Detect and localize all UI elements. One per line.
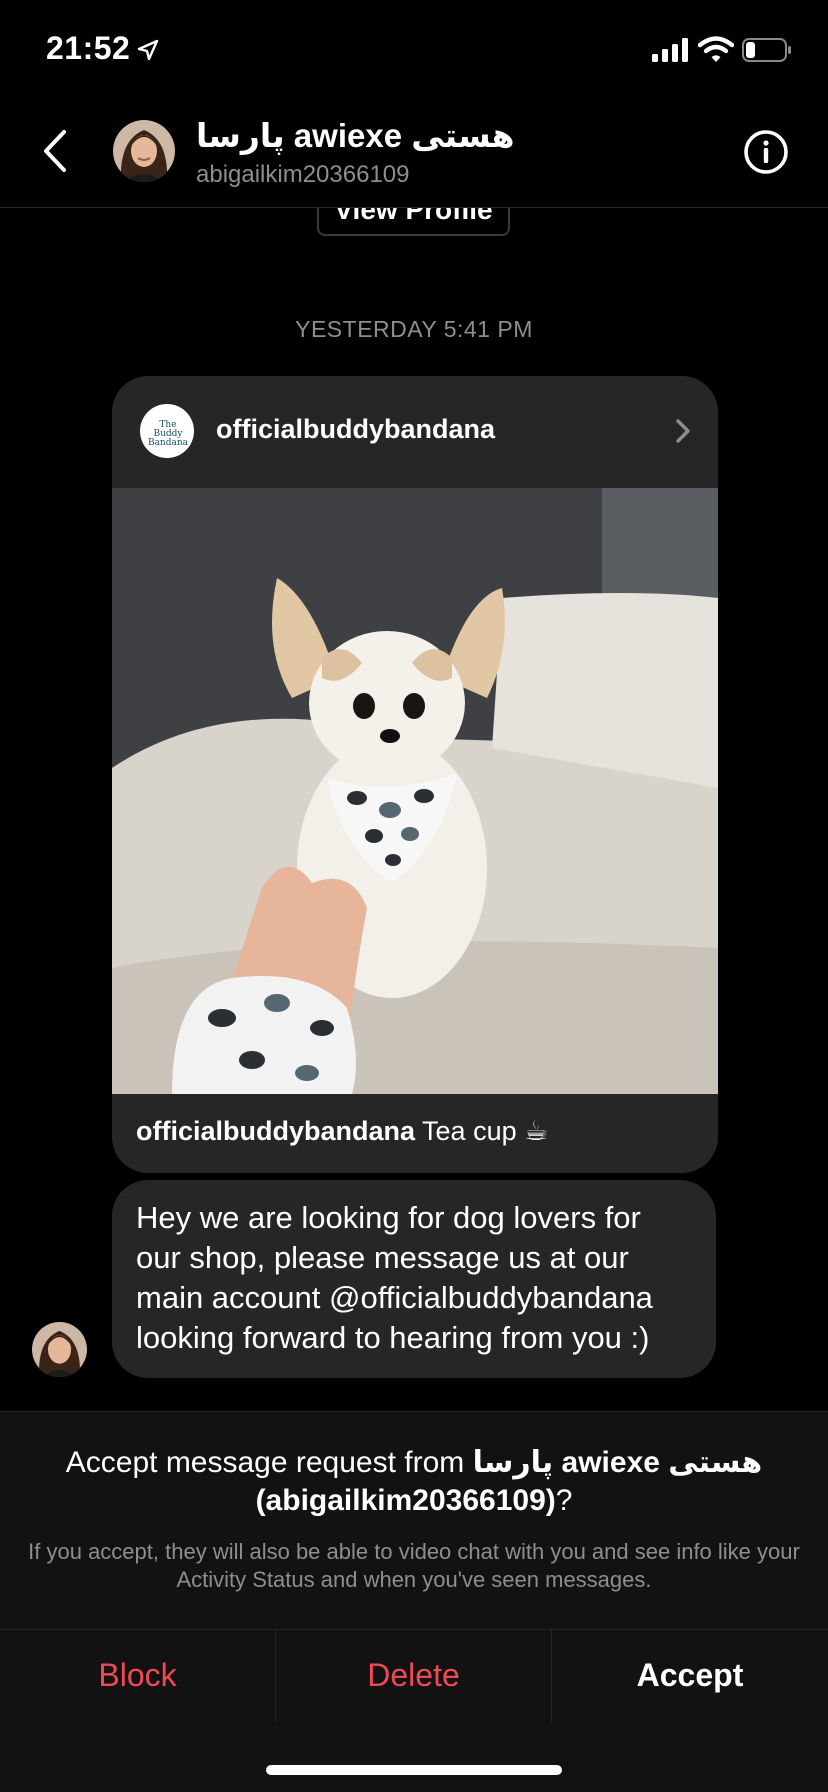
header-username[interactable]: abigailkim20366109 <box>196 161 410 189</box>
info-icon[interactable] <box>742 128 790 176</box>
accept-button[interactable]: Accept <box>552 1630 828 1722</box>
profile-photo <box>32 1322 87 1377</box>
post-image[interactable] <box>112 488 718 1094</box>
post-account-avatar: The Buddy Bandana <box>140 404 194 458</box>
caption-account: officialbuddybandana <box>136 1116 416 1146</box>
shared-post-card[interactable]: The Buddy Bandana officialbuddybandana o… <box>112 376 718 1173</box>
status-bar: 21:52 <box>0 0 828 100</box>
block-button[interactable]: Block <box>0 1630 276 1722</box>
sender-avatar[interactable] <box>32 1322 87 1377</box>
request-title: Accept message request from پارسا awiexe… <box>20 1444 808 1520</box>
request-description: If you accept, they will also be able to… <box>28 1539 800 1592</box>
message-bubble[interactable]: Hey we are looking for dog lovers for ou… <box>112 1180 716 1378</box>
message-timestamp: YESTERDAY 5:41 PM <box>295 316 533 342</box>
request-title-username: (abigailkim20366109) <box>255 1484 556 1517</box>
home-indicator[interactable] <box>266 1765 562 1775</box>
avatar-logo-text: The Buddy Bandana <box>147 420 189 448</box>
message-request-panel: Accept message request from پارسا awiexe… <box>0 1411 828 1792</box>
shared-post-header[interactable]: The Buddy Bandana officialbuddybandana <box>112 376 718 488</box>
request-actions: Block Delete Accept <box>0 1629 828 1722</box>
location-arrow-icon <box>137 39 159 61</box>
post-caption: officialbuddybandana Tea cup ☕ <box>136 1116 548 1147</box>
chevron-right-icon <box>676 419 690 443</box>
conversation-header: پارسا awiexe هستی abigailkim20366109 <box>0 100 828 208</box>
post-account-name: officialbuddybandana <box>216 414 496 444</box>
battery-icon <box>742 38 791 62</box>
request-title-prefix: Accept message request from <box>65 1446 473 1479</box>
status-time: 21:52 <box>46 30 131 66</box>
avatar[interactable] <box>113 120 175 182</box>
wifi-icon <box>698 36 734 62</box>
request-title-name: پارسا awiexe هستی <box>472 1446 763 1479</box>
caption-text: Tea cup ☕ <box>415 1116 549 1146</box>
delete-button[interactable]: Delete <box>276 1630 552 1722</box>
cellular-signal-icon <box>652 38 688 62</box>
back-chevron-icon[interactable] <box>36 126 76 176</box>
header-display-name[interactable]: پارسا awiexe هستی <box>196 116 515 155</box>
profile-photo <box>113 120 175 182</box>
request-title-suffix: ? <box>555 1484 573 1517</box>
